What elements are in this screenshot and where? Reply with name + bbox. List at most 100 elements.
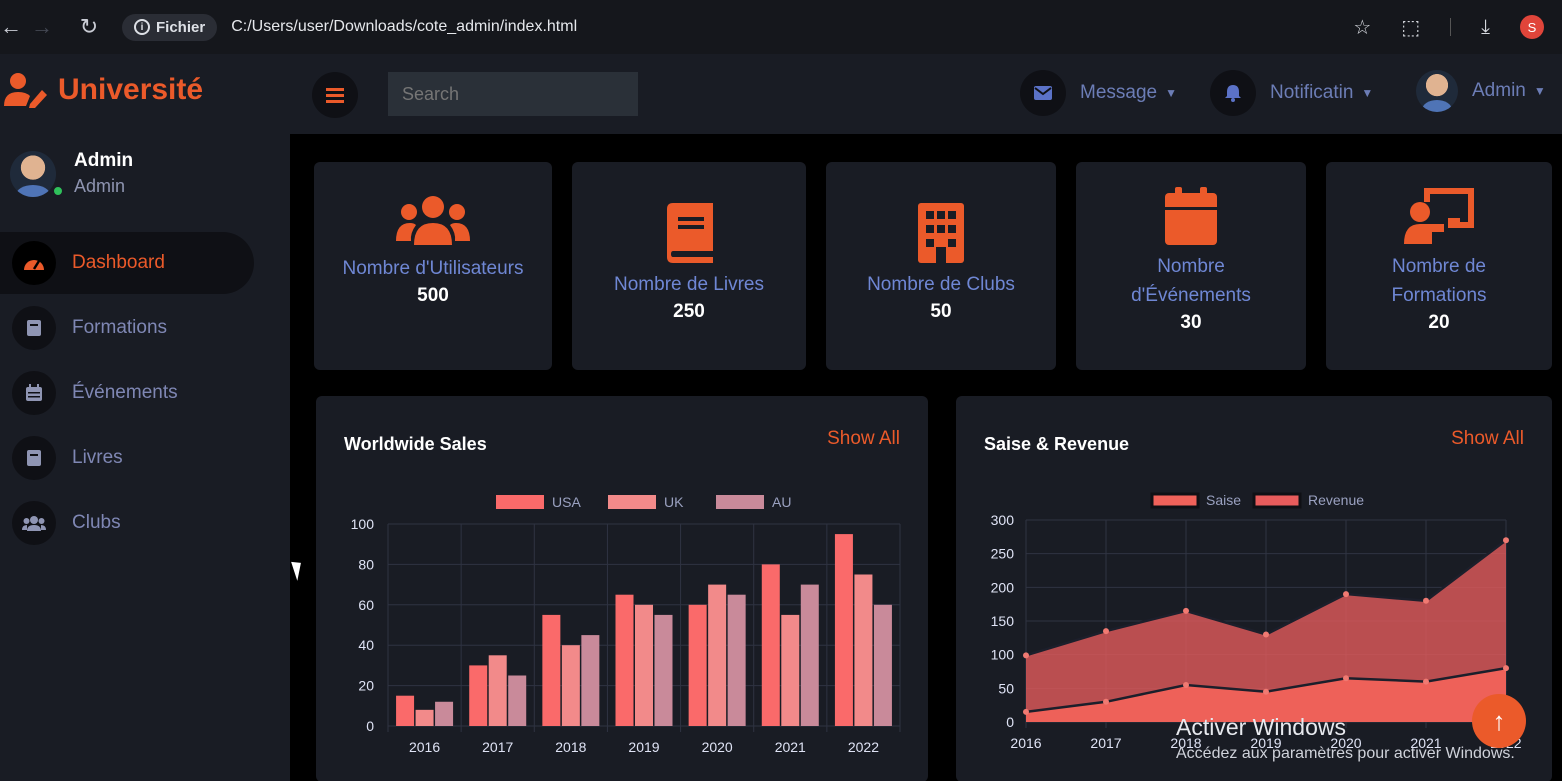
bar <box>396 695 415 726</box>
x-tick-label: 2020 <box>702 739 733 755</box>
avatar <box>10 150 56 197</box>
bar <box>635 604 653 726</box>
sidebar-item-livres[interactable]: Livres <box>0 427 290 489</box>
extensions-icon[interactable]: ⬚ <box>1401 15 1420 40</box>
users-icon <box>314 192 552 248</box>
menu-toggle-button[interactable] <box>312 72 358 118</box>
data-point <box>1423 597 1429 604</box>
legend-swatch <box>1252 492 1302 509</box>
sidebar-item-clubs[interactable]: Clubs <box>0 492 290 554</box>
bell-icon <box>1210 70 1256 116</box>
star-icon[interactable]: ☆ <box>1353 15 1371 40</box>
data-point <box>1183 607 1189 614</box>
brand-logo[interactable]: Université <box>4 72 203 108</box>
bar <box>654 614 673 726</box>
sidebar-user: Admin Admin <box>10 150 133 197</box>
data-point <box>1103 628 1109 635</box>
legend-label: UK <box>664 494 684 510</box>
data-point <box>1343 675 1349 682</box>
online-status-dot <box>52 184 64 197</box>
admin-dropdown[interactable]: Admin ▼ <box>1416 70 1546 112</box>
notification-dropdown[interactable]: Notificatin ▼ <box>1210 70 1373 116</box>
bar <box>415 709 434 726</box>
sidebar-item-dashboard[interactable]: Dashboard <box>0 232 254 294</box>
site-info-button[interactable]: i Fichier <box>122 13 218 41</box>
y-tick-label: 250 <box>991 546 1015 562</box>
data-point <box>1503 537 1509 544</box>
back-to-top-button[interactable]: ↑ <box>1472 694 1526 748</box>
bar <box>435 701 454 726</box>
stat-card-clubs: Nombre de Clubs 50 <box>826 162 1056 370</box>
bar <box>761 564 780 726</box>
legend-label: AU <box>772 494 791 510</box>
legend-label: USA <box>552 494 581 510</box>
forward-icon[interactable]: → <box>20 14 64 40</box>
chevron-down-icon: ▼ <box>1165 86 1177 100</box>
stat-value: 500 <box>417 285 449 306</box>
book-icon <box>572 202 806 264</box>
bar <box>561 645 580 726</box>
legend-swatch <box>608 495 656 509</box>
x-tick-label: 2016 <box>1010 735 1041 751</box>
watermark-subtitle: Accédez aux paramètres pour activer Wind… <box>1176 745 1515 762</box>
sidebar-item-evenements[interactable]: Événements <box>0 362 290 424</box>
sidebar: Université Admin Admin Dashboard Formati… <box>0 54 290 781</box>
bar <box>688 604 707 726</box>
bar <box>727 594 746 726</box>
bar <box>708 584 727 726</box>
address-bar[interactable]: i Fichier C:/Users/user/Downloads/cote_a… <box>122 10 577 44</box>
profile-avatar[interactable]: S <box>1520 15 1544 39</box>
bar <box>854 574 873 726</box>
x-tick-label: 2018 <box>555 739 586 755</box>
avatar <box>1416 70 1458 112</box>
url-text[interactable]: C:/Users/user/Downloads/cote_admin/index… <box>231 18 577 36</box>
worldwide-sales-panel: Worldwide Sales Show All 0 20 40 60 80 100 201… <box>316 396 928 781</box>
bar <box>469 665 488 726</box>
message-dropdown[interactable]: Message ▼ <box>1020 70 1177 116</box>
download-icon[interactable]: ⤓ <box>1481 16 1490 39</box>
worldwide-sales-chart: 0 20 40 60 80 100 2016 2017 2018 2019 2020 2021 2022… <box>351 494 901 755</box>
users-icon <box>12 501 56 545</box>
x-tick-label: 2017 <box>482 739 513 755</box>
x-tick-label: 2021 <box>775 739 806 755</box>
back-icon[interactable]: ← <box>0 14 22 40</box>
main-content: Nombre d'Utilisateurs 500 Nombre de Livr… <box>290 134 1562 781</box>
x-tick-label: 2022 <box>848 739 879 755</box>
stat-card-formations: Nombre de Formations 20 <box>1326 162 1552 370</box>
data-point <box>1423 678 1429 685</box>
message-label: Message <box>1080 82 1158 103</box>
building-icon <box>826 202 1056 264</box>
hamburger-icon <box>326 93 344 97</box>
stat-label: Nombre de Livres <box>614 274 764 295</box>
y-tick-label: 150 <box>991 613 1015 629</box>
brand-name: Université <box>58 73 204 106</box>
sidebar-item-label: Livres <box>72 447 123 468</box>
bar <box>800 584 819 726</box>
calendar-icon <box>12 371 56 415</box>
data-point <box>1023 708 1029 715</box>
y-tick-label: 200 <box>991 579 1015 595</box>
y-tick-label: 50 <box>998 680 1014 696</box>
bar <box>781 614 800 726</box>
envelope-icon <box>1020 70 1066 116</box>
reload-icon[interactable]: ↻ <box>64 14 114 40</box>
bar <box>488 655 507 726</box>
legend-swatch <box>496 495 544 509</box>
sidebar-user-name: Admin <box>74 150 134 171</box>
tachometer-icon <box>12 241 56 285</box>
watermark-title: Activer Windows <box>1176 714 1346 740</box>
y-tick-label: 100 <box>991 647 1015 663</box>
data-point <box>1503 665 1509 672</box>
chevron-down-icon: ▼ <box>1361 86 1374 100</box>
stat-card-livres: Nombre de Livres 250 <box>572 162 806 370</box>
y-tick-label: 0 <box>366 718 374 734</box>
data-point <box>1343 591 1349 598</box>
y-tick-label: 60 <box>358 597 374 613</box>
sidebar-item-formations[interactable]: Formations <box>0 297 290 359</box>
sidebar-item-label: Événements <box>72 382 178 403</box>
user-edit-icon <box>4 73 47 108</box>
search-input[interactable] <box>388 72 638 116</box>
notification-label: Notificatin <box>1270 82 1354 103</box>
book-icon <box>12 436 56 480</box>
sidebar-menu: Dashboard Formations Événements Livres C… <box>0 232 290 557</box>
